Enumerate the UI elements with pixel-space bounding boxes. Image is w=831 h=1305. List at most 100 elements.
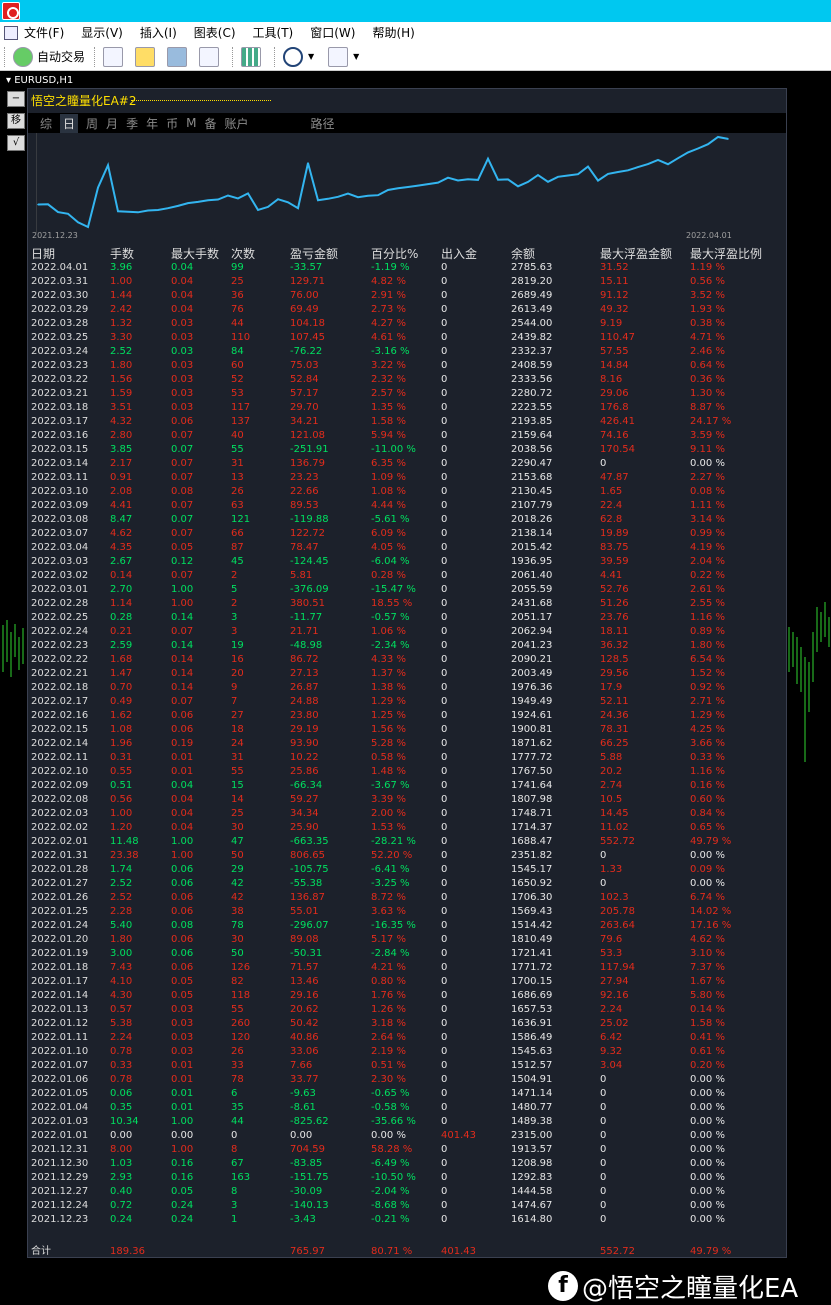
table-row[interactable]: 2022.02.08 0.56 0.04 14 59.27 3.39 % 0 1807.98 1… <box>28 793 786 807</box>
table-row[interactable]: 2022.03.15 3.85 0.07 55 -251.91 -11.00 % 0 2038… <box>28 443 786 457</box>
tab-daily[interactable]: 日 <box>60 113 79 133</box>
app-logo-icon[interactable] <box>2 2 20 20</box>
autotrade-button[interactable]: 自动交易 <box>10 46 88 68</box>
table-row[interactable]: 2022.01.18 7.43 0.06 126 71.57 4.21 % 0 1771.72… <box>28 961 786 975</box>
table-row[interactable]: 2021.12.24 0.72 0.24 3 -140.13 -8.68 % 0 1474.6… <box>28 1199 786 1213</box>
tab-path[interactable]: 路径 <box>311 115 335 132</box>
tile-windows-button[interactable] <box>238 46 268 68</box>
table-row[interactable]: 2022.02.11 0.31 0.01 31 10.22 0.58 % 0 1777.72 5… <box>28 751 786 765</box>
table-row[interactable]: 2022.03.28 1.32 0.03 44 104.18 4.27 % 0 2544.00… <box>28 317 786 331</box>
table-row[interactable]: 2022.02.09 0.51 0.04 15 -66.34 -3.67 % 0 1741.6… <box>28 779 786 793</box>
table-row[interactable]: 2022.03.10 2.08 0.08 26 22.66 1.08 % 0 2130.45 1… <box>28 485 786 499</box>
col-balance[interactable]: 余额 <box>511 245 535 262</box>
table-row[interactable]: 2022.03.21 1.59 0.03 53 57.17 2.57 % 0 2280.72 2… <box>28 387 786 401</box>
menu-insert[interactable]: 插入(I) <box>140 24 177 41</box>
table-row[interactable]: 2022.01.31 23.38 1.00 50 806.65 52.20 % 0 2351.… <box>28 849 786 863</box>
table-row[interactable]: 2022.01.19 3.00 0.06 50 -50.31 -2.84 % 0 1721.4… <box>28 947 786 961</box>
col-count[interactable]: 次数 <box>231 245 255 262</box>
tab-weekly[interactable]: 周 <box>86 115 98 132</box>
table-row[interactable]: 2022.01.26 2.52 0.06 42 136.87 8.72 % 0 1706.30… <box>28 891 786 905</box>
col-percent[interactable]: 百分比% <box>371 245 418 262</box>
table-row[interactable]: 2022.03.08 8.47 0.07 121 -119.88 -5.61 % 0 2018… <box>28 513 786 527</box>
table-row[interactable]: 2022.02.25 0.28 0.14 3 -11.77 -0.57 % 0 2051.17… <box>28 611 786 625</box>
table-row[interactable]: 2022.03.09 4.41 0.07 63 89.53 4.44 % 0 2107.79 2… <box>28 499 786 513</box>
table-row[interactable]: 2022.01.28 1.74 0.06 29 -105.75 -6.41 % 0 1545.… <box>28 863 786 877</box>
table-row[interactable]: 2022.01.06 0.78 0.01 78 33.77 2.30 % 0 1504.91 0… <box>28 1073 786 1087</box>
menu-view[interactable]: 显示(V) <box>81 24 123 41</box>
table-row[interactable]: 2022.01.04 0.35 0.01 35 -8.61 -0.58 % 0 1480.77… <box>28 1101 786 1115</box>
col-max-float-pct[interactable]: 最大浮盈比例 <box>690 245 762 262</box>
col-date[interactable]: 日期 <box>31 245 55 262</box>
table-row[interactable]: 2021.12.30 1.03 0.16 67 -83.85 -6.49 % 0 1208.9… <box>28 1157 786 1171</box>
table-row[interactable]: 2022.03.30 1.44 0.04 36 76.00 2.91 % 0 2689.49 9… <box>28 289 786 303</box>
col-max-float[interactable]: 最大浮盈金额 <box>600 245 672 262</box>
table-row[interactable]: 2022.02.17 0.49 0.07 7 24.88 1.29 % 0 1949.49 52… <box>28 695 786 709</box>
menu-help[interactable]: 帮助(H) <box>372 24 414 41</box>
table-row[interactable]: 2022.03.22 1.56 0.03 52 52.84 2.32 % 0 2333.56 8… <box>28 373 786 387</box>
table-row[interactable]: 2022.02.22 1.68 0.14 16 86.72 4.33 % 0 2090.21 1… <box>28 653 786 667</box>
table-row[interactable]: 2022.03.23 1.80 0.03 60 75.03 3.22 % 0 2408.59 1… <box>28 359 786 373</box>
move-button[interactable]: 移 <box>7 113 25 129</box>
table-row[interactable]: 2022.02.18 0.70 0.14 9 26.87 1.38 % 0 1976.36 17… <box>28 681 786 695</box>
table-row[interactable]: 2022.03.02 0.14 0.07 2 5.81 0.28 % 0 2061.40 4.4… <box>28 569 786 583</box>
check-button[interactable]: √ <box>7 135 25 151</box>
menu-tools[interactable]: 工具(T) <box>253 24 294 41</box>
tab-currency[interactable]: 币 <box>166 115 178 132</box>
table-row[interactable]: 2022.03.07 4.62 0.07 66 122.72 6.09 % 0 2138.14… <box>28 527 786 541</box>
navigator-button[interactable] <box>164 46 194 68</box>
table-row[interactable]: 2022.03.16 2.80 0.07 40 121.08 5.94 % 0 2159.64… <box>28 429 786 443</box>
table-row[interactable]: 2022.03.14 2.17 0.07 31 136.79 6.35 % 0 2290.47… <box>28 457 786 471</box>
col-profit[interactable]: 盈亏金额 <box>290 245 338 262</box>
table-row[interactable]: 2022.01.17 4.10 0.05 82 13.46 0.80 % 0 1700.15 2… <box>28 975 786 989</box>
table-row[interactable]: 2022.01.10 0.78 0.03 26 33.06 2.19 % 0 1545.63 9… <box>28 1045 786 1059</box>
table-row[interactable]: 2022.03.25 3.30 0.03 110 107.45 4.61 % 0 2439.8… <box>28 331 786 345</box>
table-row[interactable]: 2022.03.18 3.51 0.03 117 29.70 1.35 % 0 2223.55… <box>28 401 786 415</box>
table-row[interactable]: 2022.02.01 11.48 1.00 47 -663.35 -28.21 % 0 168… <box>28 835 786 849</box>
table-row[interactable]: 2022.01.07 0.33 0.01 33 7.66 0.51 % 0 1512.57 3.… <box>28 1059 786 1073</box>
table-row[interactable]: 2022.01.12 5.38 0.03 260 50.42 3.18 % 0 1636.91… <box>28 1017 786 1031</box>
menu-window[interactable]: 窗口(W) <box>310 24 355 41</box>
table-row[interactable]: 2022.01.01 0.00 0.00 0 0.00 0.00 % 401.43 2315.… <box>28 1129 786 1143</box>
table-row[interactable]: 2022.01.13 0.57 0.03 55 20.62 1.26 % 0 1657.53 2… <box>28 1003 786 1017</box>
menu-charts[interactable]: 图表(C) <box>194 24 236 41</box>
table-row[interactable]: 2022.02.23 2.59 0.14 19 -48.98 -2.34 % 0 2041.2… <box>28 639 786 653</box>
table-row[interactable]: 2022.03.31 1.00 0.04 25 129.71 4.82 % 0 2819.20… <box>28 275 786 289</box>
table-row[interactable]: 2022.02.28 1.14 1.00 2 380.51 18.55 % 0 2431.68… <box>28 597 786 611</box>
tab-quarterly[interactable]: 季 <box>126 115 138 132</box>
col-lots[interactable]: 手数 <box>110 245 134 262</box>
table-row[interactable]: 2022.03.04 4.35 0.05 87 78.47 4.05 % 0 2015.42 8… <box>28 541 786 555</box>
table-row[interactable]: 2022.02.14 1.96 0.19 24 93.90 5.28 % 0 1871.62 6… <box>28 737 786 751</box>
table-row[interactable]: 2022.01.25 2.28 0.06 38 55.01 3.63 % 0 1569.43 2… <box>28 905 786 919</box>
col-deposit[interactable]: 出入金 <box>441 245 477 262</box>
tab-monthly[interactable]: 月 <box>106 115 118 132</box>
tester-button[interactable] <box>196 46 226 68</box>
tab-yearly[interactable]: 年 <box>146 115 158 132</box>
table-row[interactable]: 2022.02.24 0.21 0.07 3 21.71 1.06 % 0 2062.94 18… <box>28 625 786 639</box>
table-row[interactable]: 2022.03.01 2.70 1.00 5 -376.09 -15.47 % 0 2055.… <box>28 583 786 597</box>
table-row[interactable]: 2022.01.27 2.52 0.06 42 -55.38 -3.25 % 0 1650.9… <box>28 877 786 891</box>
table-row[interactable]: 2022.03.03 2.67 0.12 45 -124.45 -6.04 % 0 1936.… <box>28 555 786 569</box>
table-row[interactable]: 2022.02.03 1.00 0.04 25 34.34 2.00 % 0 1748.71 1… <box>28 807 786 821</box>
table-row[interactable]: 2022.01.05 0.06 0.01 6 -9.63 -0.65 % 0 1471.14 0… <box>28 1087 786 1101</box>
table-row[interactable]: 2022.01.11 2.24 0.03 120 40.86 2.64 % 0 1586.49… <box>28 1031 786 1045</box>
table-row[interactable]: 2022.02.15 1.08 0.06 18 29.19 1.56 % 0 1900.81 7… <box>28 723 786 737</box>
tab-magic[interactable]: M <box>186 116 196 130</box>
tab-summary[interactable]: 综 <box>40 115 52 132</box>
table-row[interactable]: 2022.02.02 1.20 0.04 30 25.90 1.53 % 0 1714.37 1… <box>28 821 786 835</box>
table-row[interactable]: 2022.01.03 10.34 1.00 44 -825.62 -35.66 % 0 148… <box>28 1115 786 1129</box>
tab-account[interactable]: 账户 <box>224 115 248 132</box>
table-row[interactable]: 2022.03.29 2.42 0.04 76 69.49 2.73 % 0 2613.49 4… <box>28 303 786 317</box>
document-icon[interactable] <box>4 25 18 40</box>
table-row[interactable]: 2021.12.31 8.00 1.00 8 704.59 58.28 % 0 1913.57… <box>28 1143 786 1157</box>
table-row[interactable]: 2022.01.20 1.80 0.06 30 89.08 5.17 % 0 1810.49 7… <box>28 933 786 947</box>
menu-file[interactable]: 文件(F) <box>24 24 64 41</box>
col-max-lots[interactable]: 最大手数 <box>171 245 219 262</box>
table-row[interactable]: 2022.03.24 2.52 0.03 84 -76.22 -3.16 % 0 2332.3… <box>28 345 786 359</box>
table-row[interactable]: 2021.12.23 0.24 0.24 1 -3.43 -0.21 % 0 1614.80 0… <box>28 1213 786 1227</box>
periods-button[interactable]: ▼ <box>280 46 323 68</box>
table-row[interactable]: 2022.02.16 1.62 0.06 27 23.80 1.25 % 0 1924.61 2… <box>28 709 786 723</box>
table-row[interactable]: 2022.03.17 4.32 0.06 137 34.21 1.58 % 0 2193.85… <box>28 415 786 429</box>
table-row[interactable]: 2021.12.29 2.93 0.16 163 -151.75 -10.50 % 0 129… <box>28 1171 786 1185</box>
tab-backup[interactable]: 备 <box>204 115 216 132</box>
templates-button[interactable]: ▼ <box>325 46 368 68</box>
